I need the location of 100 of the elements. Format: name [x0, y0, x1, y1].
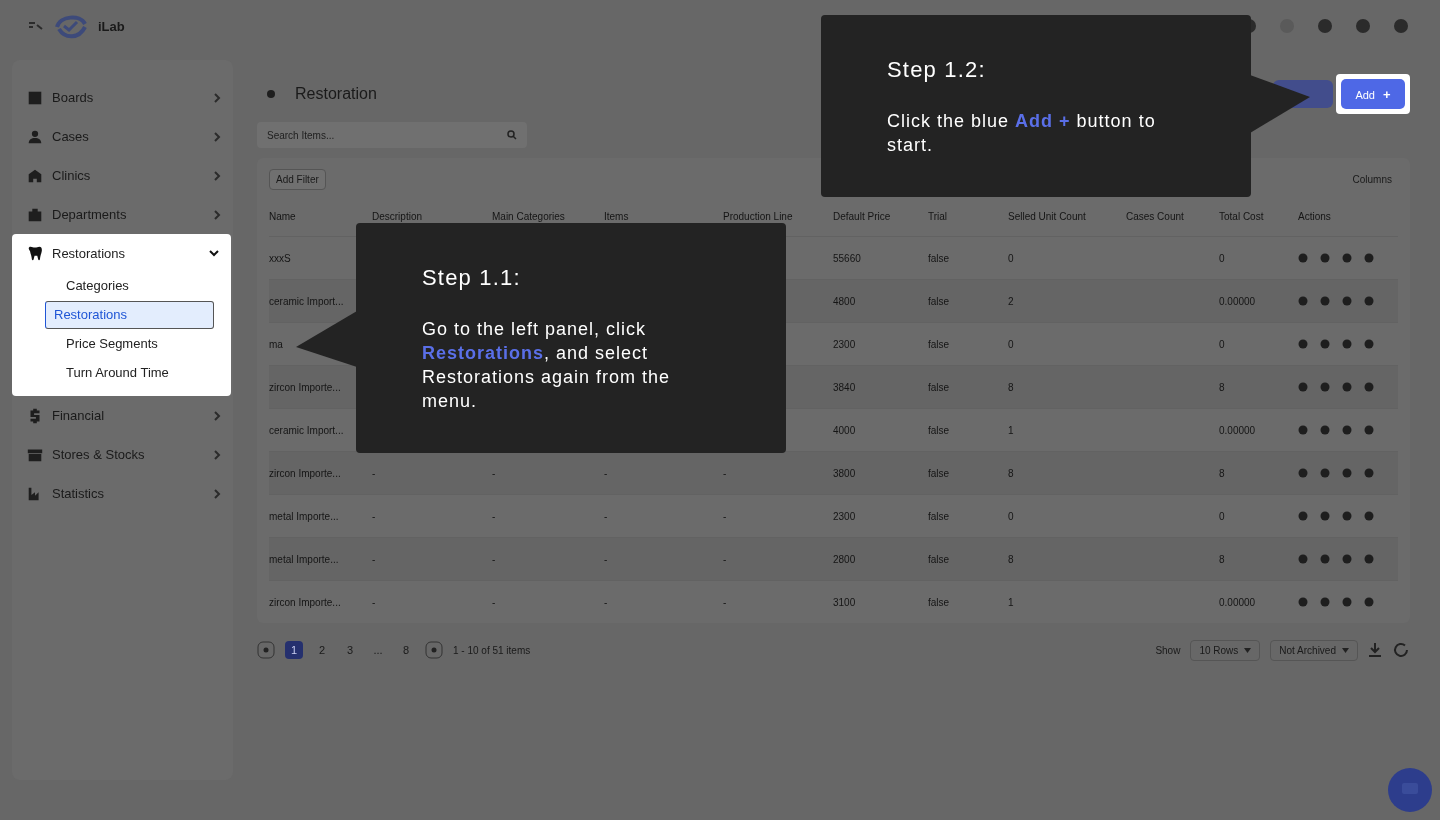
- table-cell-text: false: [928, 510, 951, 522]
- chat-button[interactable]: [1388, 768, 1432, 812]
- column-header: Main Categories: [492, 210, 566, 222]
- table-cell-text: -: [604, 596, 609, 608]
- page-number[interactable]: 1: [285, 641, 303, 659]
- search-field[interactable]: Search Items...: [257, 122, 527, 148]
- circle-icon[interactable]: [1364, 597, 1374, 607]
- table-cell-text: 2800: [833, 553, 857, 565]
- table-cell-text: 8: [1219, 467, 1226, 479]
- chevron-right-icon: [214, 449, 221, 460]
- sidebar-item[interactable]: Financial: [12, 396, 233, 435]
- download-icon[interactable]: [1368, 642, 1382, 658]
- sidebar-item[interactable]: Departments: [12, 195, 233, 234]
- column-header: Description: [372, 210, 424, 222]
- search-icon: [507, 130, 517, 140]
- table-cell-text: 0.00000: [1219, 424, 1257, 436]
- tooltip-title: Step 1.1:: [422, 265, 522, 291]
- table-cell-text: false: [928, 467, 951, 479]
- circle-icon[interactable]: [1364, 554, 1374, 564]
- rows-dropdown[interactable]: 10 Rows: [1190, 639, 1261, 661]
- sidebar-item[interactable]: Clinics: [12, 156, 233, 195]
- table-cell-text: 8: [1219, 553, 1226, 565]
- chevron-right-icon: [214, 170, 221, 181]
- table-cell-text: zircon Importe...: [269, 381, 342, 393]
- table-cell-text: -: [604, 553, 609, 565]
- page-title: Restoration: [295, 85, 377, 103]
- circle-icon[interactable]: [1364, 382, 1374, 392]
- table-cell-text: -: [372, 510, 377, 522]
- circle-icon[interactable]: [1364, 511, 1374, 521]
- table-cell-text: -: [492, 467, 497, 479]
- page-number[interactable]: 3: [341, 641, 359, 659]
- menu-toggle-icon[interactable]: [28, 21, 44, 31]
- sidebar-item[interactable]: Statistics: [12, 474, 233, 513]
- refresh-icon[interactable]: [1392, 641, 1410, 659]
- tooth-icon: [26, 244, 44, 262]
- sidebar-item[interactable]: Cases: [12, 117, 233, 156]
- submenu-item[interactable]: Categories: [45, 272, 214, 300]
- column-header: Actions: [1298, 210, 1332, 222]
- table-cell-text: -: [723, 596, 728, 608]
- logo-icon: [54, 13, 88, 39]
- table-cell-text: 1: [1008, 424, 1015, 436]
- table-cell-text: -: [492, 510, 497, 522]
- tooltip-text: Click the blue Add + button to start.: [887, 110, 1157, 157]
- sidebar-item[interactable]: Stores & Stocks: [12, 435, 233, 474]
- submenu-item[interactable]: Price Segments: [45, 330, 214, 358]
- chevron-right-icon: [214, 488, 221, 499]
- table-cell-text: 4800: [833, 295, 857, 307]
- add-filter-button[interactable]: Add Filter: [269, 168, 326, 190]
- chevron-right-icon: [214, 131, 221, 142]
- table-cell-text: 3800: [833, 467, 857, 479]
- items-summary: 1 - 10 of 51 items: [453, 644, 531, 656]
- table-cell-text: -: [723, 553, 728, 565]
- circle-icon[interactable]: [1364, 339, 1374, 349]
- brand-name: iLab: [98, 18, 125, 34]
- table-cell-text: false: [928, 338, 951, 350]
- page-number[interactable]: ...: [369, 641, 387, 659]
- table-cell-text: 0: [1219, 510, 1226, 522]
- circle-icon[interactable]: [1364, 253, 1374, 263]
- show-label: Show: [1155, 644, 1181, 656]
- table-cell-text: 8: [1008, 467, 1015, 479]
- table-cell-text: 0.00000: [1219, 596, 1257, 608]
- table-cell-text: false: [928, 424, 951, 436]
- table-cell-text: 2300: [833, 510, 857, 522]
- circle-icon[interactable]: [1364, 425, 1374, 435]
- table-cell-text: false: [928, 381, 951, 393]
- table-cell-text: -: [372, 596, 377, 608]
- table-cell-text: false: [928, 252, 951, 264]
- previous-page-icon[interactable]: [257, 641, 275, 659]
- table-cell-text: metal Importe...: [269, 510, 340, 522]
- column-header: Trial: [928, 210, 949, 222]
- sidebar-item[interactable]: Restorations: [12, 234, 231, 272]
- page-number[interactable]: 2: [313, 641, 331, 659]
- table-cell-text: 8: [1219, 381, 1226, 393]
- table-cell-text: 8: [1008, 553, 1015, 565]
- columns-button[interactable]: Columns: [1346, 172, 1398, 186]
- chevron-right-icon: [214, 410, 221, 421]
- table-cell-text: zircon Importe...: [269, 596, 342, 608]
- back-icon[interactable]: [267, 90, 275, 98]
- sidebar-item[interactable]: Boards: [12, 78, 233, 117]
- next-page-icon[interactable]: [425, 641, 443, 659]
- add-button[interactable]: Add +: [1341, 79, 1405, 109]
- caret-icon: [1244, 647, 1252, 653]
- table-cell-text: 55660: [833, 252, 862, 264]
- table-cell-text: ceramic Import...: [269, 295, 345, 307]
- circle-icon[interactable]: [1364, 296, 1374, 306]
- page-number[interactable]: 8: [397, 641, 415, 659]
- table-cell-text: 0: [1008, 338, 1015, 350]
- column-header: Cases Count: [1126, 210, 1185, 222]
- column-header: Production Line: [723, 210, 794, 222]
- submenu-item[interactable]: Turn Around Time: [45, 359, 214, 387]
- tooltip-title: Step 1.2:: [887, 57, 987, 83]
- archive-dropdown[interactable]: Not Archived: [1270, 639, 1358, 661]
- table-cell-text: -: [723, 467, 728, 479]
- circle-icon[interactable]: [1364, 468, 1374, 478]
- table-cell-text: 0: [1219, 252, 1226, 264]
- table-cell-text: -: [372, 553, 377, 565]
- submenu-item[interactable]: Restorations: [45, 301, 214, 329]
- table-cell-text: 2300: [833, 338, 857, 350]
- table-cell-text: 0: [1008, 510, 1015, 522]
- column-header: Items: [604, 210, 630, 222]
